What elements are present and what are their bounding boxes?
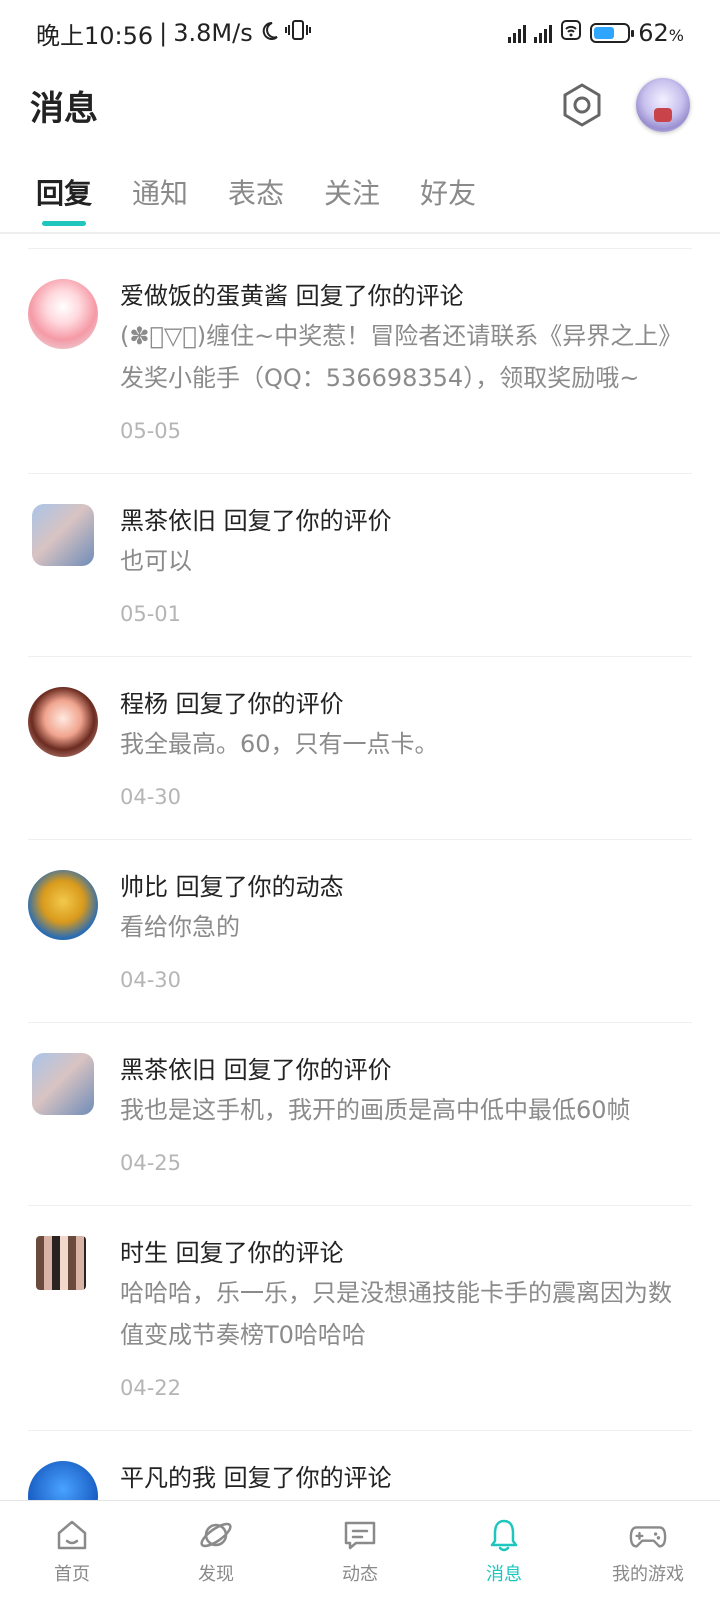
message-tabs: 回复 通知 表态 关注 好友 xyxy=(0,160,720,234)
message-title: 平凡的我 回复了你的评论 xyxy=(120,1464,392,1492)
list-item[interactable]: 平凡的我 回复了你的评论 xyxy=(28,1430,692,1500)
message-date: 04-30 xyxy=(120,785,182,809)
list-item[interactable]: 爱做饭的蛋黄酱 回复了你的评论 (✽ﾟ▽ﾟ)缠住~中奖惹！冒险者还请联系《异界之… xyxy=(28,248,692,473)
status-left: 晚上10:56 | 3.8M/s xyxy=(36,16,311,51)
status-right: 62% xyxy=(508,19,684,47)
nav-discover[interactable]: 发现 xyxy=(144,1501,288,1600)
message-date: 04-22 xyxy=(120,1376,182,1400)
message-title: 帅比 回复了你的动态 xyxy=(120,873,344,901)
nav-feed[interactable]: 动态 xyxy=(288,1501,432,1600)
avatar[interactable] xyxy=(32,1053,94,1115)
nav-label: 发现 xyxy=(198,1563,234,1585)
status-bar: 晚上10:56 | 3.8M/s 62% xyxy=(0,0,720,66)
nav-label: 首页 xyxy=(54,1563,90,1585)
vibrate-icon xyxy=(284,19,311,47)
message-date: 04-30 xyxy=(120,968,182,992)
planet-icon xyxy=(197,1516,235,1554)
tab-notice[interactable]: 通知 xyxy=(132,160,188,224)
avatar[interactable] xyxy=(28,870,98,940)
signal-icon xyxy=(534,23,553,43)
nav-label: 动态 xyxy=(342,1563,378,1585)
nav-label: 我的游戏 xyxy=(612,1563,684,1585)
tab-reaction[interactable]: 表态 xyxy=(228,160,284,224)
settings-icon[interactable] xyxy=(558,81,606,129)
wifi-icon xyxy=(560,19,582,47)
avatar[interactable] xyxy=(28,687,98,757)
bottom-nav: 首页 发现 动态 消息 我的游戏 xyxy=(0,1500,720,1600)
list-item[interactable]: 帅比 回复了你的动态 看给你急的 04-30 xyxy=(28,839,692,1022)
moon-icon xyxy=(259,19,279,47)
avatar[interactable] xyxy=(28,1461,98,1500)
nav-label: 消息 xyxy=(486,1563,522,1585)
message-body: 我也是这手机，我开的画质是高中低中最低60帧 xyxy=(120,1096,631,1124)
gamepad-icon xyxy=(629,1516,667,1554)
header-actions xyxy=(558,78,690,132)
list-item[interactable]: 黑茶依旧 回复了你的评价 我也是这手机，我开的画质是高中低中最低60帧 04-2… xyxy=(28,1022,692,1205)
avatar[interactable] xyxy=(36,1236,86,1290)
message-body: 看给你急的 xyxy=(120,913,240,941)
tab-follow[interactable]: 关注 xyxy=(324,160,380,224)
tab-reply[interactable]: 回复 xyxy=(36,160,92,226)
message-title: 时生 回复了你的评论 xyxy=(120,1239,344,1267)
message-title: 黑茶依旧 回复了你的评价 xyxy=(120,507,392,535)
nav-home[interactable]: 首页 xyxy=(0,1501,144,1600)
message-body: 也可以 xyxy=(120,547,192,575)
message-title: 程杨 回复了你的评价 xyxy=(120,690,344,718)
avatar[interactable] xyxy=(28,279,98,349)
chat-icon xyxy=(341,1516,379,1554)
message-date: 05-05 xyxy=(120,419,182,443)
nav-my-games[interactable]: 我的游戏 xyxy=(576,1501,720,1600)
bell-icon xyxy=(485,1516,523,1554)
page-title: 消息 xyxy=(30,88,98,129)
signal-icon xyxy=(508,23,527,43)
user-avatar[interactable] xyxy=(636,78,690,132)
message-list: 爱做饭的蛋黄酱 回复了你的评论 (✽ﾟ▽ﾟ)缠住~中奖惹！冒险者还请联系《异界之… xyxy=(0,236,720,1500)
list-item[interactable]: 时生 回复了你的评论 哈哈哈，乐一乐，只是没想通技能卡手的震离因为数值变成节奏榜… xyxy=(28,1205,692,1430)
status-separator: | xyxy=(159,19,168,47)
avatar[interactable] xyxy=(32,504,94,566)
message-body: 我全最高。60，只有一点卡。 xyxy=(120,730,439,758)
tab-friends[interactable]: 好友 xyxy=(420,160,476,224)
message-title: 爱做饭的蛋黄酱 回复了你的评论 xyxy=(120,282,464,310)
network-speed: 3.8M/s xyxy=(173,19,253,47)
message-body: (✽ﾟ▽ﾟ)缠住~中奖惹！冒险者还请联系《异界之上》发奖小能手（QQ：53669… xyxy=(120,322,683,392)
message-body: 哈哈哈，乐一乐，只是没想通技能卡手的震离因为数值变成节奏榜T0哈哈哈 xyxy=(120,1279,672,1349)
app-header: 消息 xyxy=(0,70,720,140)
list-item[interactable]: 黑茶依旧 回复了你的评价 也可以 05-01 xyxy=(28,473,692,656)
message-date: 05-01 xyxy=(120,602,182,626)
message-date: 04-25 xyxy=(120,1151,182,1175)
status-time: 晚上10:56 xyxy=(36,21,154,50)
list-item[interactable]: 程杨 回复了你的评价 我全最高。60，只有一点卡。 04-30 xyxy=(28,656,692,839)
battery-percent: 62% xyxy=(638,19,684,47)
nav-messages[interactable]: 消息 xyxy=(432,1501,576,1600)
message-title: 黑茶依旧 回复了你的评价 xyxy=(120,1056,392,1084)
battery-icon xyxy=(590,23,635,43)
home-icon xyxy=(53,1516,91,1554)
